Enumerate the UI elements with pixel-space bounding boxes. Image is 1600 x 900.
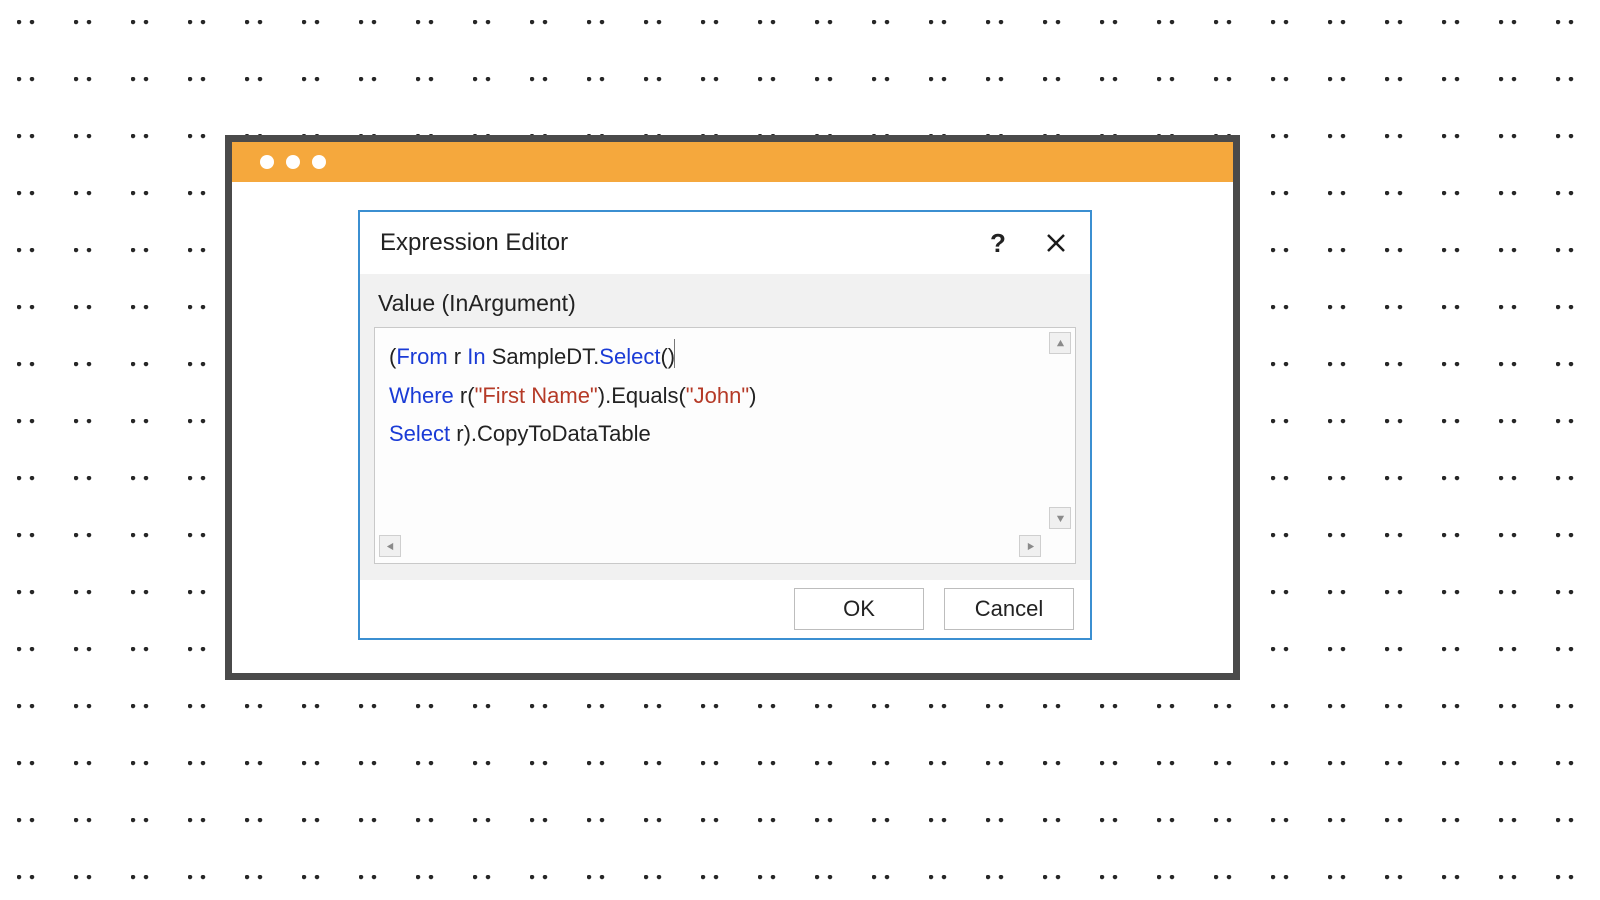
- dialog-header: Expression Editor ?: [360, 212, 1090, 274]
- mock-dot-3: [312, 155, 326, 169]
- text-cursor: [674, 339, 675, 368]
- mock-dot-1: [260, 155, 274, 169]
- cancel-button[interactable]: Cancel: [944, 588, 1074, 630]
- scroll-down-button[interactable]: [1049, 507, 1071, 529]
- scroll-up-button[interactable]: [1049, 332, 1071, 354]
- close-button[interactable]: [1042, 229, 1070, 257]
- dialog-body: Value (InArgument) (From r In SampleDT.S…: [360, 274, 1090, 580]
- mock-dot-2: [286, 155, 300, 169]
- scroll-left-button[interactable]: [379, 535, 401, 557]
- triangle-left-icon: [386, 542, 395, 551]
- expression-editor-dialog: Expression Editor ? Value (InArgument) (…: [358, 210, 1092, 640]
- expression-textarea[interactable]: (From r In SampleDT.Select() Where r("Fi…: [374, 327, 1076, 564]
- code-line-2: Where r("First Name").Equals("John"): [389, 377, 1043, 416]
- dialog-title: Expression Editor: [380, 229, 954, 257]
- triangle-down-icon: [1056, 514, 1065, 523]
- dialog-footer: OK Cancel: [360, 580, 1090, 638]
- triangle-right-icon: [1026, 542, 1035, 551]
- field-label: Value (InArgument): [378, 290, 1076, 317]
- scroll-right-button[interactable]: [1019, 535, 1041, 557]
- mock-titlebar: [232, 142, 1233, 182]
- help-button[interactable]: ?: [984, 229, 1012, 257]
- code-line-1: (From r In SampleDT.Select(): [389, 338, 1043, 377]
- close-icon: [1046, 233, 1066, 253]
- triangle-up-icon: [1056, 339, 1065, 348]
- ok-button[interactable]: OK: [794, 588, 924, 630]
- code-line-3: Select r).CopyToDataTable: [389, 415, 1043, 454]
